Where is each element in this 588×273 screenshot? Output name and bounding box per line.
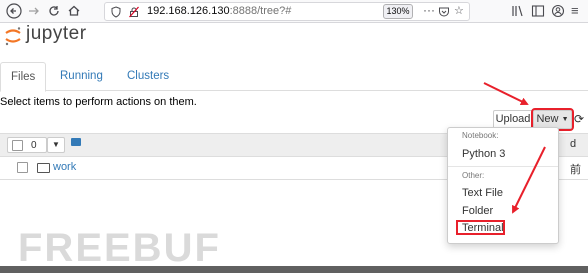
arrow-to-new-button: [483, 82, 529, 105]
arrow-to-terminal: [512, 146, 546, 214]
watermark-logo: FREEBUF: [18, 226, 221, 270]
bottom-bar: [0, 266, 588, 273]
